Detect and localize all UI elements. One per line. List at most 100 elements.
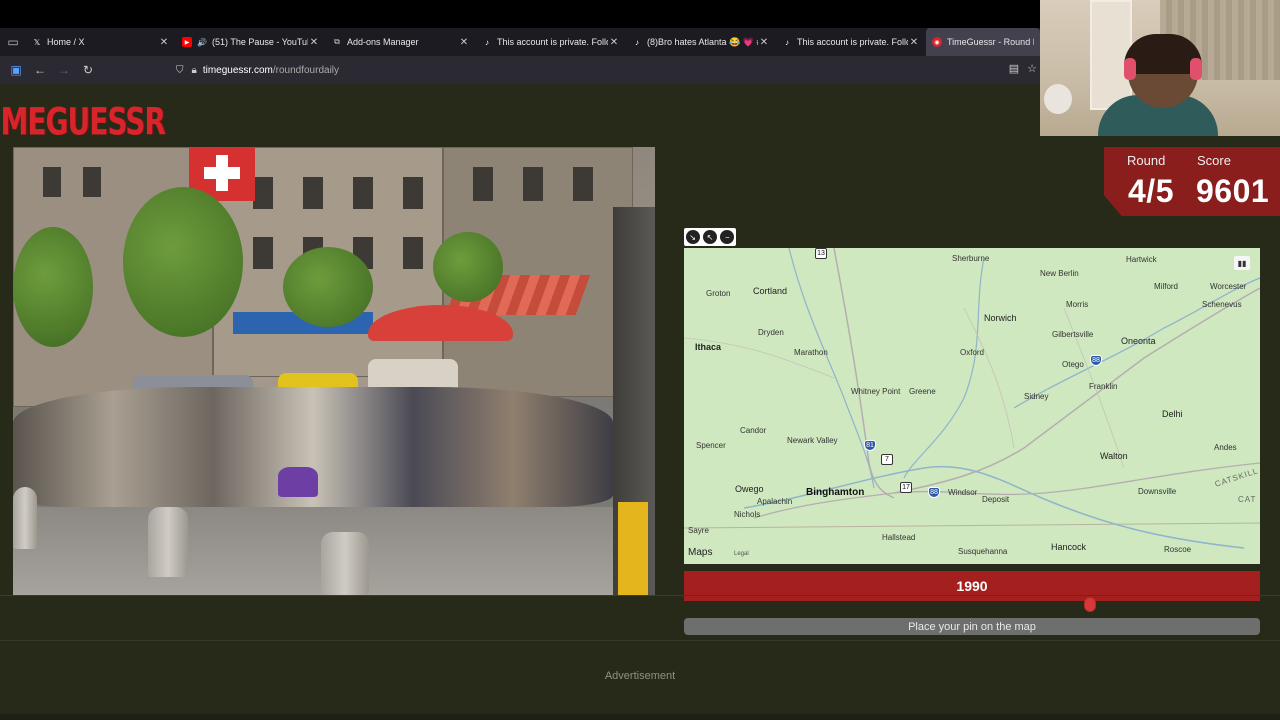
back-button[interactable]: ← bbox=[28, 58, 52, 82]
timeguessr-logo[interactable]: TIMEGUESSR bbox=[0, 94, 166, 148]
map-label-hallstead: Hallstead bbox=[882, 533, 916, 542]
lock-icon[interactable]: 🔒︎ bbox=[192, 65, 197, 76]
sidebar-toggle-icon[interactable]: ▣ bbox=[4, 58, 28, 82]
expand-map-icon[interactable]: ↖ bbox=[702, 230, 717, 244]
route-17-shield: 17 bbox=[900, 482, 912, 493]
round-photo[interactable] bbox=[13, 147, 655, 595]
map-label-new-berlin: New Berlin bbox=[1040, 269, 1079, 278]
tab-tiktok-3[interactable]: ♪ This account is private. Follow t ✕ bbox=[776, 28, 926, 56]
map-label-dryden: Dryden bbox=[758, 328, 784, 337]
tab-home-x[interactable]: 𝕏 Home / X ✕ bbox=[26, 28, 176, 56]
url-path: /roundfourdaily bbox=[272, 64, 340, 76]
tab-timeguessr[interactable]: ◉ TimeGuessr - Round Four bbox=[926, 28, 1040, 56]
guess-map[interactable]: Sherburne Hartwick New Berlin Milford Wo… bbox=[684, 248, 1260, 564]
minimize-map-icon[interactable]: − bbox=[720, 230, 735, 244]
map-label-apalachin: Apalachin bbox=[757, 497, 793, 506]
photo-tree bbox=[13, 227, 93, 347]
photo-window bbox=[303, 177, 323, 209]
tab-title: (51) The Pause - YouTube bbox=[212, 37, 308, 47]
maps-legal-link[interactable]: Legal bbox=[734, 551, 749, 557]
tab-title: Add-ons Manager bbox=[347, 37, 419, 47]
round-label: Round bbox=[1127, 153, 1166, 168]
river bbox=[788, 248, 875, 489]
advertisement-label: Advertisement bbox=[604, 670, 676, 682]
tab-addons[interactable]: ⧉ Add-ons Manager ✕ bbox=[326, 28, 476, 56]
map-layers-icon[interactable]: ▮▮ bbox=[1234, 256, 1250, 270]
map-size-controls: ↘ ↖ − bbox=[684, 228, 736, 246]
map-label-sherburne: Sherburne bbox=[952, 254, 990, 263]
reader-view-icon[interactable]: ▤ bbox=[1009, 62, 1019, 75]
forward-button[interactable]: → bbox=[52, 58, 76, 82]
place-pin-button[interactable]: Place your pin on the map bbox=[684, 618, 1260, 635]
map-label-norwich: Norwich bbox=[984, 313, 1017, 323]
bookmark-star-icon[interactable]: ☆ bbox=[1027, 62, 1037, 75]
reload-button[interactable]: ↻ bbox=[76, 58, 100, 82]
speaker-icon[interactable]: 🔊 bbox=[197, 37, 207, 47]
close-icon[interactable]: ✕ bbox=[908, 37, 920, 48]
webcam-headset-right bbox=[1190, 58, 1202, 80]
map-label-schenevus: Schenevus bbox=[1202, 300, 1242, 309]
photo-tree bbox=[123, 187, 243, 337]
close-icon[interactable]: ✕ bbox=[308, 37, 320, 48]
tab-title: (8)Bro hates Atlanta 😂 💗 #top bbox=[647, 36, 758, 47]
map-label-delhi: Delhi bbox=[1162, 409, 1183, 419]
route-7-shield: 7 bbox=[881, 454, 893, 465]
divider bbox=[0, 640, 1280, 641]
map-label-newark-valley: Newark Valley bbox=[787, 436, 838, 445]
tab-tiktok-2[interactable]: ♪ (8)Bro hates Atlanta 😂 💗 #top ✕ bbox=[626, 28, 776, 56]
photo-window bbox=[523, 167, 543, 201]
bottom-strip bbox=[0, 714, 1280, 720]
photo-bollard bbox=[321, 532, 369, 595]
map-label-whitney-point: Whitney Point bbox=[851, 387, 901, 396]
score-panel: Round Score 4/5 9601 bbox=[1104, 147, 1280, 216]
year-display: 1990 bbox=[684, 571, 1260, 601]
map-label-nichols: Nichols bbox=[734, 510, 761, 519]
map-label-deposit: Deposit bbox=[982, 495, 1010, 504]
puzzle-icon: ⧉ bbox=[334, 37, 340, 46]
map-label-hartwick: Hartwick bbox=[1126, 255, 1157, 264]
susquehanna-river bbox=[743, 465, 1245, 549]
tab-tiktok-1[interactable]: ♪ This account is private. Follow t ✕ bbox=[476, 28, 626, 56]
photo-tree bbox=[433, 232, 503, 302]
map-label-roscoe: Roscoe bbox=[1164, 545, 1192, 554]
photo-window bbox=[573, 167, 593, 201]
photo-purple-bag bbox=[278, 467, 318, 497]
close-icon[interactable]: ✕ bbox=[458, 37, 470, 48]
tab-title: TimeGuessr - Round Four bbox=[947, 37, 1034, 47]
browser-tab-bar: ▭ 𝕏 Home / X ✕ ▶ 🔊 (51) The Pause - YouT… bbox=[0, 28, 1040, 56]
map-label-andes: Andes bbox=[1214, 443, 1237, 452]
map-label-worcester: Worcester bbox=[1210, 282, 1247, 291]
photo-window bbox=[403, 237, 423, 269]
shield-icon[interactable]: ⛉ bbox=[176, 65, 184, 76]
photo-window bbox=[253, 237, 273, 269]
map-label-oxford: Oxford bbox=[960, 348, 985, 357]
shrink-map-icon[interactable]: ↘ bbox=[685, 230, 700, 244]
tab-youtube[interactable]: ▶ 🔊 (51) The Pause - YouTube ✕ bbox=[176, 28, 326, 56]
map-label-sidney: Sidney bbox=[1024, 392, 1049, 401]
close-icon[interactable]: ✕ bbox=[758, 37, 770, 48]
close-icon[interactable]: ✕ bbox=[158, 37, 170, 48]
tab-title: This account is private. Follow t bbox=[797, 37, 908, 47]
photo-window bbox=[353, 177, 373, 209]
highway-88 bbox=[893, 287, 1260, 494]
photo-window bbox=[43, 167, 61, 197]
tab-title: This account is private. Follow t bbox=[497, 37, 608, 47]
map-label-susquehanna: Susquehanna bbox=[958, 547, 1008, 556]
tab-overview-icon[interactable]: ▭ bbox=[0, 28, 26, 56]
score-value: 9601 bbox=[1196, 173, 1270, 209]
webcam-headset-left bbox=[1124, 58, 1136, 80]
map-label-cat: CAT bbox=[1238, 495, 1257, 504]
address-bar[interactable]: ⛉ 🔒︎ timeguessr.com/roundfourdaily ▤ ☆ bbox=[176, 58, 1041, 82]
photo-tree bbox=[283, 247, 373, 327]
url-host: timeguessr.com bbox=[202, 64, 273, 76]
map-label-greene: Greene bbox=[909, 387, 936, 396]
year-slider-thumb[interactable] bbox=[1084, 597, 1096, 612]
photo-window bbox=[253, 177, 273, 209]
photo-window bbox=[403, 177, 423, 209]
map-label-binghamton: Binghamton bbox=[806, 487, 865, 498]
map-label-walton: Walton bbox=[1100, 451, 1128, 461]
year-slider[interactable] bbox=[684, 597, 1260, 612]
map-label-windsor: Windsor bbox=[948, 488, 978, 497]
map-label-spencer: Spencer bbox=[696, 441, 726, 450]
close-icon[interactable]: ✕ bbox=[608, 37, 620, 48]
